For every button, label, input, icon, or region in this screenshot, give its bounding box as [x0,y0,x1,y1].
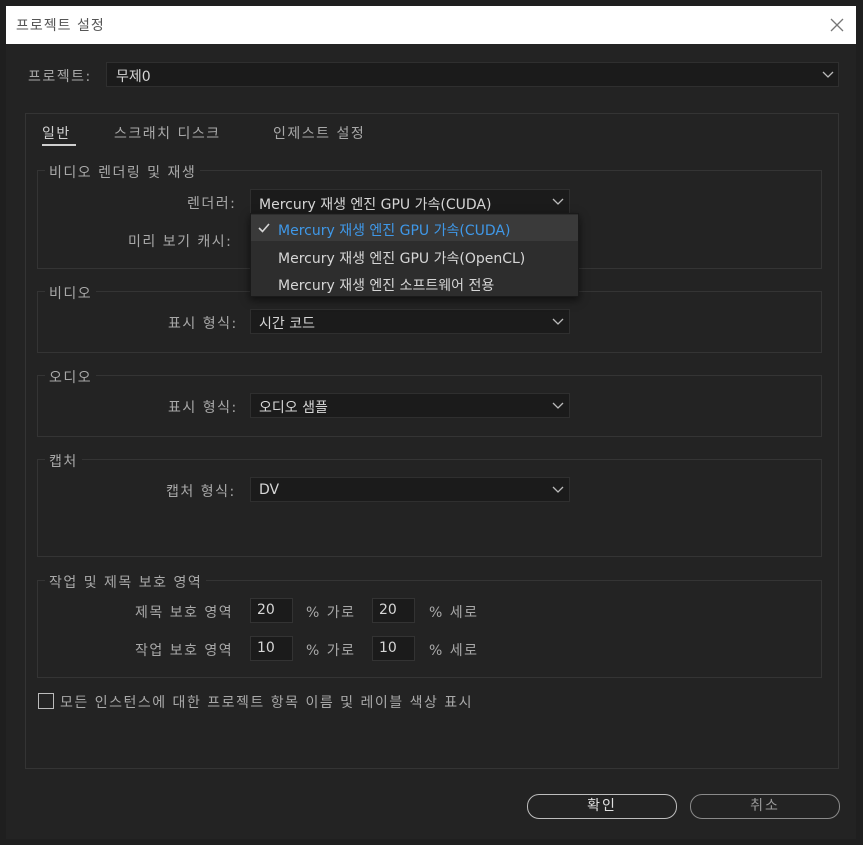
project-label: 프로젝트: [28,69,92,85]
capture-format-label: 캡처 형식: [166,484,236,500]
title-safe-horizontal-input[interactable]: 20 [250,598,293,623]
menu-item-label: Mercury 재생 엔진 GPU 가속(OpenCL) [278,251,526,267]
chevron-down-icon [552,486,564,493]
video-format-label: 표시 형식: [168,316,238,332]
action-safe-horizontal-unit: % 가로 [306,643,356,659]
ok-button[interactable]: 확인 [527,794,677,819]
display-names-label: 모든 인스턴스에 대한 프로젝트 항목 이름 및 레이블 색상 표시 [60,695,474,711]
audio-format-label: 표시 형식: [168,400,238,416]
title-safe-label: 제목 보호 영역 [135,605,234,621]
safe-areas-title: 작업 및 제목 보호 영역 [45,572,207,592]
menu-item-label: Mercury 재생 엔진 GPU 가속(CUDA) [278,223,511,239]
tab-scratch-disks[interactable]: 스크래치 디스크 [114,123,221,143]
video-title: 비디오 [45,283,97,303]
project-value: 무제0 [116,69,151,85]
close-icon[interactable] [826,14,848,36]
chevron-down-icon [552,198,564,205]
renderer-dropdown-menu: Mercury 재생 엔진 GPU 가속(CUDA) Mercury 재생 엔진… [250,213,579,297]
project-dropdown[interactable]: 무제0 [106,62,839,87]
renderer-label: 렌더러: [187,196,237,212]
tab-ingest-settings[interactable]: 인제스트 설정 [273,123,365,143]
preview-cache-label: 미리 보기 캐시: [128,234,233,250]
menu-item-cuda[interactable]: Mercury 재생 엔진 GPU 가속(CUDA) [251,215,578,241]
capture-group [37,459,822,557]
menu-item-opencl[interactable]: Mercury 재생 엔진 GPU 가속(OpenCL) [251,243,578,269]
window-title: 프로젝트 설정 [16,18,105,34]
safe-areas-group [37,580,822,678]
chevron-down-icon [552,402,564,409]
cancel-button[interactable]: 취소 [690,794,840,819]
capture-format-dropdown[interactable]: DV [250,477,570,502]
chevron-down-icon [552,318,564,325]
action-safe-vertical-input[interactable]: 10 [372,636,415,661]
checkmark-icon [258,223,270,233]
audio-title: 오디오 [45,367,97,387]
menu-item-label: Mercury 재생 엔진 소프트웨어 전용 [278,278,495,294]
title-safe-vertical-input[interactable]: 20 [372,598,415,623]
title-bar: 프로젝트 설정 [6,6,856,44]
menu-item-software[interactable]: Mercury 재생 엔진 소프트웨어 전용 [251,270,578,296]
video-format-dropdown[interactable]: 시간 코드 [250,309,570,334]
video-format-value: 시간 코드 [259,316,315,332]
video-rendering-title: 비디오 렌더링 및 재생 [45,162,201,182]
renderer-value: Mercury 재생 엔진 GPU 가속(CUDA) [259,197,492,213]
audio-format-value: 오디오 샘플 [259,400,328,416]
capture-title: 캡처 [45,451,82,471]
title-safe-horizontal-unit: % 가로 [306,605,356,621]
audio-format-dropdown[interactable]: 오디오 샘플 [250,393,570,418]
chevron-down-icon [822,71,834,78]
action-safe-label: 작업 보호 영역 [135,643,234,659]
tab-general[interactable]: 일반 [42,123,71,143]
action-safe-vertical-unit: % 세로 [429,643,479,659]
title-safe-vertical-unit: % 세로 [429,605,479,621]
tab-active-indicator [42,144,76,146]
renderer-dropdown[interactable]: Mercury 재생 엔진 GPU 가속(CUDA) [250,189,570,214]
display-names-checkbox[interactable] [38,693,54,709]
capture-format-value: DV [259,482,280,498]
action-safe-horizontal-input[interactable]: 10 [250,636,293,661]
